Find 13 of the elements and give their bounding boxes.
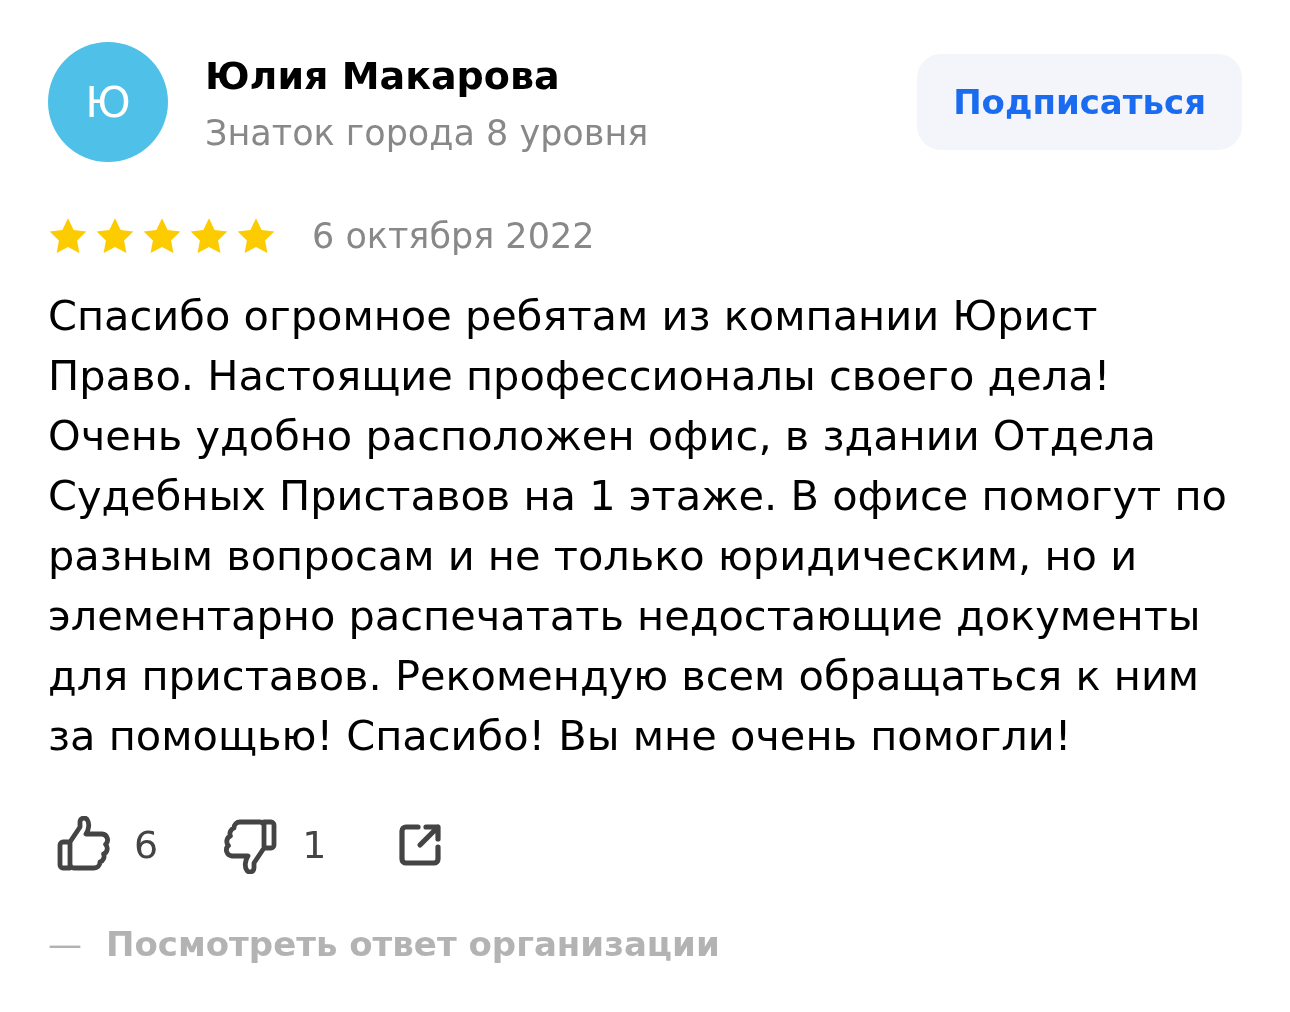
avatar: Ю bbox=[48, 42, 168, 162]
star-icon bbox=[48, 217, 88, 255]
author-status: Знаток города 8 уровня bbox=[205, 112, 649, 155]
subscribe-button[interactable]: Подписаться bbox=[917, 54, 1242, 150]
review-text: Спасибо огромное ребятам из компании Юрист Право. Настоящие профессионалы своего дела! Очень удобно расположен офис, в здании Отдела Судебных Приставов на 1 этаже. В офисе помогут по разным вопросам и не только юридическим, но и элементарно распечатать недостающие документы для приставов. Рекомендую всем обращаться к ним за помощью! Спасибо! Вы мне очень помогли! bbox=[48, 290, 1228, 762]
author-name: Юлия Макарова bbox=[205, 53, 561, 100]
star-icon bbox=[236, 217, 276, 255]
star-icon bbox=[95, 217, 135, 255]
star-icon bbox=[142, 217, 182, 255]
dislike-button[interactable]: 1 bbox=[222, 816, 327, 874]
star-icon bbox=[189, 217, 229, 255]
like-button[interactable]: 6 bbox=[56, 816, 159, 874]
review-date: 6 октября 2022 bbox=[312, 215, 595, 258]
